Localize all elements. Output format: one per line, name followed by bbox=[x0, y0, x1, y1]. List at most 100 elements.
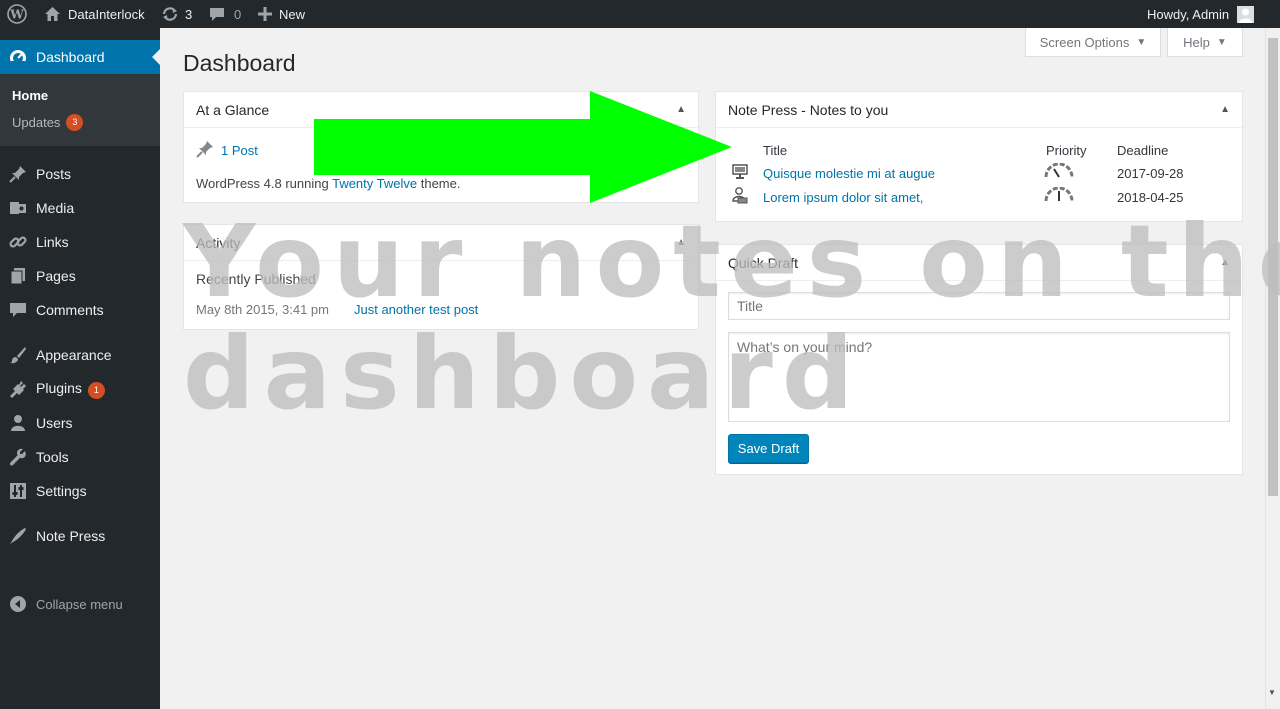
sidebar-item-label: Note Press bbox=[36, 528, 106, 544]
sidebar-item-pages[interactable]: Pages bbox=[0, 259, 160, 293]
users-icon bbox=[9, 414, 27, 432]
screen-options-button[interactable]: Screen Options ▼ bbox=[1025, 28, 1161, 57]
sidebar-item-label: Media bbox=[36, 200, 75, 216]
note-title-link[interactable]: Lorem ipsum dolor sit amet, bbox=[763, 190, 923, 205]
updates-count: 3 bbox=[185, 6, 193, 22]
collapse-toggle-icon[interactable]: ▲ bbox=[1220, 104, 1230, 115]
pushpin-icon bbox=[196, 140, 214, 161]
plugins-badge: 1 bbox=[87, 381, 105, 399]
sidebar-item-tools[interactable]: Tools bbox=[0, 440, 160, 474]
pen-icon bbox=[9, 527, 27, 545]
dashboard-submenu: Home Updates 3 bbox=[0, 74, 160, 146]
dashboard-gauge-icon bbox=[9, 48, 27, 69]
submenu-updates[interactable]: Updates 3 bbox=[12, 114, 84, 131]
comment-icon bbox=[209, 6, 225, 22]
sidebar-item-label: Posts bbox=[36, 166, 72, 182]
column-header-deadline: Deadline bbox=[1117, 143, 1169, 158]
plus-icon bbox=[258, 7, 272, 21]
paintbrush-icon bbox=[9, 346, 27, 364]
comments-count: 0 bbox=[234, 6, 242, 22]
column-header-priority: Priority bbox=[1046, 143, 1087, 158]
gauge-icon bbox=[1044, 162, 1074, 182]
updates-badge: 3 bbox=[66, 114, 84, 131]
recently-published-heading: Recently Published bbox=[196, 271, 316, 287]
sidebar-item-users[interactable]: Users bbox=[0, 406, 160, 440]
monitor-icon bbox=[732, 164, 748, 183]
wp-version-prefix: WordPress 4.8 running bbox=[196, 176, 333, 191]
note-press-widget: Note Press - Notes to you ▲ Title Priori… bbox=[715, 91, 1243, 222]
collapse-arrow-icon bbox=[9, 595, 27, 613]
updates-link[interactable]: 3 bbox=[161, 0, 192, 28]
sidebar-item-dashboard[interactable]: Dashboard bbox=[0, 40, 160, 74]
widget-header[interactable]: Note Press - Notes to you bbox=[716, 92, 1242, 128]
widget-title: Activity bbox=[196, 234, 241, 251]
widget-title: At a Glance bbox=[196, 101, 270, 118]
green-arrow-annotation bbox=[314, 91, 732, 203]
page-scrollbar[interactable]: ▼ bbox=[1265, 28, 1280, 709]
svg-text:W: W bbox=[9, 8, 24, 22]
activity-date: May 8th 2015, 3:41 pm bbox=[196, 302, 329, 317]
collapse-toggle-icon[interactable]: ▲ bbox=[676, 237, 686, 248]
column-header-title: Title bbox=[763, 143, 788, 158]
submenu-home[interactable]: Home bbox=[12, 88, 48, 103]
save-draft-button[interactable]: Save Draft bbox=[728, 434, 809, 463]
screen-options-label: Screen Options bbox=[1039, 34, 1130, 50]
draft-title-input[interactable] bbox=[728, 292, 1230, 320]
note-title-link[interactable]: Quisque molestie mi at augue bbox=[763, 166, 935, 181]
collapse-menu-button[interactable]: Collapse menu bbox=[0, 587, 160, 621]
sidebar-item-links[interactable]: Links bbox=[0, 225, 160, 259]
admin-sidebar: Dashboard Home Updates 3 Posts Media Lin… bbox=[0, 28, 160, 709]
wordpress-logo-icon[interactable]: W bbox=[7, 0, 27, 28]
help-label: Help bbox=[1183, 34, 1210, 50]
wrench-icon bbox=[9, 448, 27, 466]
note-deadline: 2017-09-28 bbox=[1117, 166, 1184, 181]
new-content-link[interactable]: New bbox=[258, 0, 305, 28]
site-home-link[interactable]: DataInterlock bbox=[44, 0, 145, 28]
site-name: DataInterlock bbox=[68, 6, 145, 22]
comments-link[interactable]: 0 bbox=[209, 0, 241, 28]
sidebar-item-label: Plugins bbox=[36, 379, 82, 396]
new-label: New bbox=[279, 6, 306, 22]
post-count-link[interactable]: 1 Post bbox=[221, 143, 258, 158]
link-icon bbox=[9, 233, 27, 251]
refresh-icon bbox=[161, 6, 179, 22]
widget-header[interactable]: Activity bbox=[184, 225, 698, 261]
widget-title: Quick Draft bbox=[728, 254, 799, 271]
sidebar-item-plugins[interactable]: Plugins 1 bbox=[0, 372, 160, 406]
scroll-down-arrow-icon[interactable]: ▼ bbox=[1268, 688, 1276, 697]
account-menu[interactable]: Howdy, Admin bbox=[1147, 0, 1255, 28]
activity-post-link[interactable]: Just another test post bbox=[354, 302, 478, 317]
draft-content-textarea[interactable] bbox=[728, 332, 1230, 422]
caret-down-icon: ▼ bbox=[1136, 36, 1147, 48]
sidebar-item-settings[interactable]: Settings bbox=[0, 474, 160, 508]
sidebar-item-label: Settings bbox=[36, 483, 87, 499]
gauge-icon bbox=[1044, 186, 1074, 206]
sidebar-item-label: Links bbox=[36, 234, 69, 250]
settings-icon bbox=[9, 482, 27, 500]
sidebar-item-label: Tools bbox=[36, 449, 69, 465]
sidebar-item-media[interactable]: Media bbox=[0, 191, 160, 225]
note-deadline: 2018-04-25 bbox=[1117, 190, 1184, 205]
sidebar-item-note-press[interactable]: Note Press bbox=[0, 519, 160, 553]
comment-icon bbox=[9, 301, 27, 319]
pages-icon bbox=[9, 267, 27, 285]
scrollbar-thumb[interactable] bbox=[1268, 38, 1278, 496]
user-desk-icon bbox=[732, 187, 748, 207]
activity-widget: Activity ▲ Recently Published May 8th 20… bbox=[183, 224, 699, 330]
sidebar-item-comments[interactable]: Comments bbox=[0, 293, 160, 327]
sidebar-item-label: Appearance bbox=[36, 347, 112, 363]
post-count-row: 1 Post bbox=[196, 140, 258, 161]
help-button[interactable]: Help ▼ bbox=[1167, 28, 1243, 57]
collapse-menu-label: Collapse menu bbox=[36, 596, 123, 612]
sidebar-item-appearance[interactable]: Appearance bbox=[0, 338, 160, 372]
plugin-icon bbox=[9, 380, 27, 398]
submenu-updates-label: Updates bbox=[12, 115, 61, 130]
widget-header[interactable]: Quick Draft bbox=[716, 245, 1242, 281]
caret-down-icon: ▼ bbox=[1216, 36, 1227, 48]
sidebar-item-label: Pages bbox=[36, 268, 76, 284]
sidebar-item-posts[interactable]: Posts bbox=[0, 157, 160, 191]
greeting: Howdy, Admin bbox=[1147, 6, 1230, 22]
collapse-toggle-icon[interactable]: ▲ bbox=[1220, 257, 1230, 268]
widget-title: Note Press - Notes to you bbox=[728, 101, 889, 118]
sidebar-item-label: Users bbox=[36, 415, 73, 431]
